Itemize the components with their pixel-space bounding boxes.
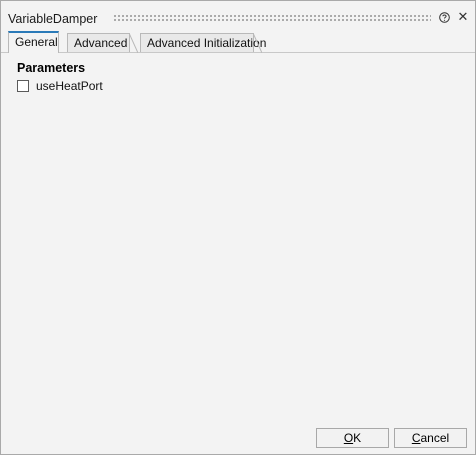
close-icon[interactable]: ✕	[457, 10, 469, 23]
ok-button-mnemonic: O	[343, 431, 354, 445]
tab-advanced[interactable]: Advanced	[67, 33, 138, 53]
title-bar[interactable]: VariableDamper ✕	[1, 1, 475, 29]
ok-button[interactable]: OK	[316, 428, 389, 448]
help-circle-icon[interactable]	[439, 12, 450, 23]
ok-button-label: K	[353, 431, 362, 445]
tab-general[interactable]: General	[8, 31, 59, 53]
cancel-button-label: ancel	[420, 431, 450, 445]
use-heat-port-checkbox[interactable]	[17, 80, 29, 92]
tab-advanced-initialization[interactable]: Advanced Initialization	[140, 33, 266, 53]
tab-advanced-edge	[129, 33, 138, 53]
parameters-heading: Parameters	[17, 61, 86, 75]
dialog-title: VariableDamper	[8, 12, 98, 26]
tab-general-label: General	[15, 35, 58, 49]
drag-grip[interactable]	[113, 14, 431, 22]
use-heat-port-label[interactable]: useHeatPort	[36, 79, 103, 93]
tab-advanced-initialization-label: Advanced Initialization	[147, 36, 267, 50]
dialog-window: VariableDamper ✕ General Advanced Advanc…	[0, 0, 476, 455]
tab-advanced-label: Advanced	[74, 36, 128, 50]
tab-underline	[1, 52, 475, 53]
cancel-button[interactable]: Cancel	[394, 428, 467, 448]
